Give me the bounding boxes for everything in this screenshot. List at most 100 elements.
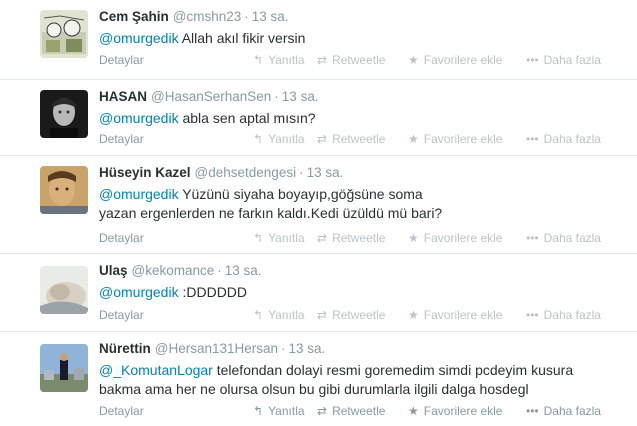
tweet[interactable]: Cem Şahin @cmshn23 · 13 sa. @omurgedik Alla… [0, 0, 637, 80]
tweet-timestamp[interactable]: 13 sa. [225, 263, 262, 278]
favorite-button[interactable]: ★ Favorilere ekle [408, 308, 502, 322]
tweet-body: Allah akıl fikir versin [178, 30, 306, 46]
mention-link[interactable]: @_KomutanLogar [99, 362, 213, 378]
tweet-text: @omurgedik abla sen aptal mısın? [99, 109, 619, 128]
favorite-label: Favorilere ekle [423, 53, 503, 67]
more-label: Daha fazla [543, 231, 601, 245]
tweet-username[interactable]: @cmshn23 [173, 9, 241, 24]
tweet-fullname[interactable]: Ulaş [99, 263, 128, 278]
favorite-label: Favorilere ekle [423, 308, 503, 322]
reply-label: Yanıtla [268, 53, 305, 67]
retweet-icon: ⇄ [317, 404, 328, 418]
retweet-button[interactable]: ⇄ Retweetle [317, 53, 385, 67]
tweet-header: HASAN @HasanSerhanSen · 13 sa. [99, 89, 319, 104]
tweet-fullname[interactable]: Hüseyin Kazel [99, 165, 191, 180]
tweet-username[interactable]: @Hersan131Hersan [155, 341, 278, 356]
reply-button[interactable]: ↰ Yanıtla [253, 231, 305, 245]
avatar[interactable] [40, 90, 88, 138]
separator-dot: · [281, 341, 286, 356]
tweet-actions: Detaylar ↰ Yanıtla ⇄ Retweetle ★ Favorilere… [99, 231, 619, 247]
tweet-username[interactable]: @kekomance [132, 263, 215, 278]
avatar[interactable] [40, 166, 88, 214]
star-icon: ★ [408, 132, 419, 146]
more-label: Daha fazla [543, 308, 601, 322]
reply-button[interactable]: ↰ Yanıtla [253, 308, 305, 322]
separator-dot: · [244, 9, 249, 24]
retweet-label: Retweetle [332, 231, 386, 245]
tweet[interactable]: Ulaş @kekomance · 13 sa. @omurgedik :DDDDDD… [0, 254, 637, 332]
more-button[interactable]: ••• Daha fazla [526, 132, 601, 146]
tweet-header: Nürettin @Hersan131Hersan · 13 sa. [99, 341, 325, 356]
mention-link[interactable]: @omurgedik [99, 284, 179, 300]
separator-dot: · [217, 263, 222, 278]
tweet-text: @_KomutanLogar telefondan dolayi resmi g… [99, 361, 589, 399]
tweet-timestamp[interactable]: 13 sa. [282, 89, 319, 104]
tweet-actions: Detaylar ↰ Yanıtla ⇄ Retweetle ★ Favorilere… [99, 404, 619, 420]
retweet-button[interactable]: ⇄ Retweetle [317, 404, 385, 418]
tweet[interactable]: Nürettin @Hersan131Hersan · 13 sa. @_Komuta… [0, 332, 637, 426]
more-button[interactable]: ••• Daha fazla [526, 231, 601, 245]
tweet-header: Cem Şahin @cmshn23 · 13 sa. [99, 9, 289, 24]
reply-label: Yanıtla [268, 231, 305, 245]
tweet-body: :DDDDDD [178, 284, 248, 300]
tweet-timestamp[interactable]: 13 sa. [252, 9, 289, 24]
details-link[interactable]: Detaylar [99, 132, 144, 146]
tweet-text: @omurgedik :DDDDDD [99, 283, 619, 302]
favorite-button[interactable]: ★ Favorilere ekle [408, 231, 502, 245]
retweet-button[interactable]: ⇄ Retweetle [317, 308, 385, 322]
mention-link[interactable]: @omurgedik [99, 110, 179, 126]
reply-button[interactable]: ↰ Yanıtla [253, 53, 305, 67]
favorite-label: Favorilere ekle [423, 231, 503, 245]
retweet-button[interactable]: ⇄ Retweetle [317, 132, 385, 146]
avatar[interactable] [40, 266, 88, 314]
tweet-text: @omurgedik Allah akıl fikir versin [99, 29, 619, 48]
tweet-username[interactable]: @dehsetdengesi [195, 165, 297, 180]
details-link[interactable]: Detaylar [99, 231, 144, 245]
tweet-header: Hüseyin Kazel @dehsetdengesi · 13 sa. [99, 165, 343, 180]
reply-label: Yanıtla [268, 404, 305, 418]
tweet-fullname[interactable]: Cem Şahin [99, 9, 169, 24]
avatar[interactable] [40, 344, 88, 392]
more-button[interactable]: ••• Daha fazla [526, 308, 601, 322]
tweet-username[interactable]: @HasanSerhanSen [151, 89, 271, 104]
details-link[interactable]: Detaylar [99, 308, 144, 322]
more-label: Daha fazla [543, 404, 601, 418]
tweet-body: abla sen aptal mısın? [178, 110, 316, 126]
tweet-fullname[interactable]: Nürettin [99, 341, 151, 356]
more-dots-icon: ••• [526, 404, 539, 418]
reply-icon: ↰ [253, 231, 264, 245]
retweet-button[interactable]: ⇄ Retweetle [317, 231, 385, 245]
tweet-timestamp[interactable]: 13 sa. [307, 165, 344, 180]
reply-icon: ↰ [253, 132, 264, 146]
details-link[interactable]: Detaylar [99, 53, 144, 67]
more-dots-icon: ••• [526, 132, 539, 146]
retweet-label: Retweetle [332, 404, 386, 418]
favorite-label: Favorilere ekle [423, 404, 503, 418]
tweet-actions: Detaylar ↰ Yanıtla ⇄ Retweetle ★ Favorilere… [99, 53, 619, 69]
more-button[interactable]: ••• Daha fazla [526, 53, 601, 67]
reply-label: Yanıtla [268, 308, 305, 322]
reply-button[interactable]: ↰ Yanıtla [253, 404, 305, 418]
tweet[interactable]: HASAN @HasanSerhanSen · 13 sa. @omurgedik a… [0, 80, 637, 156]
favorite-button[interactable]: ★ Favorilere ekle [408, 132, 502, 146]
tweet[interactable]: Hüseyin Kazel @dehsetdengesi · 13 sa. @omur… [0, 156, 637, 254]
more-dots-icon: ••• [526, 308, 539, 322]
mention-link[interactable]: @omurgedik [99, 30, 179, 46]
retweet-label: Retweetle [332, 132, 386, 146]
retweet-label: Retweetle [332, 53, 386, 67]
retweet-icon: ⇄ [317, 132, 328, 146]
tweet-fullname[interactable]: HASAN [99, 89, 147, 104]
more-dots-icon: ••• [526, 53, 539, 67]
reply-button[interactable]: ↰ Yanıtla [253, 132, 305, 146]
more-button[interactable]: ••• Daha fazla [526, 404, 601, 418]
avatar[interactable] [40, 10, 88, 58]
mention-link[interactable]: @omurgedik [99, 186, 179, 202]
tweet-timestamp[interactable]: 13 sa. [289, 341, 326, 356]
favorite-button[interactable]: ★ Favorilere ekle [408, 404, 502, 418]
reply-icon: ↰ [253, 308, 264, 322]
star-icon: ★ [408, 308, 419, 322]
details-link[interactable]: Detaylar [99, 404, 144, 418]
tweet-header: Ulaş @kekomance · 13 sa. [99, 263, 262, 278]
star-icon: ★ [408, 404, 419, 418]
favorite-button[interactable]: ★ Favorilere ekle [408, 53, 502, 67]
